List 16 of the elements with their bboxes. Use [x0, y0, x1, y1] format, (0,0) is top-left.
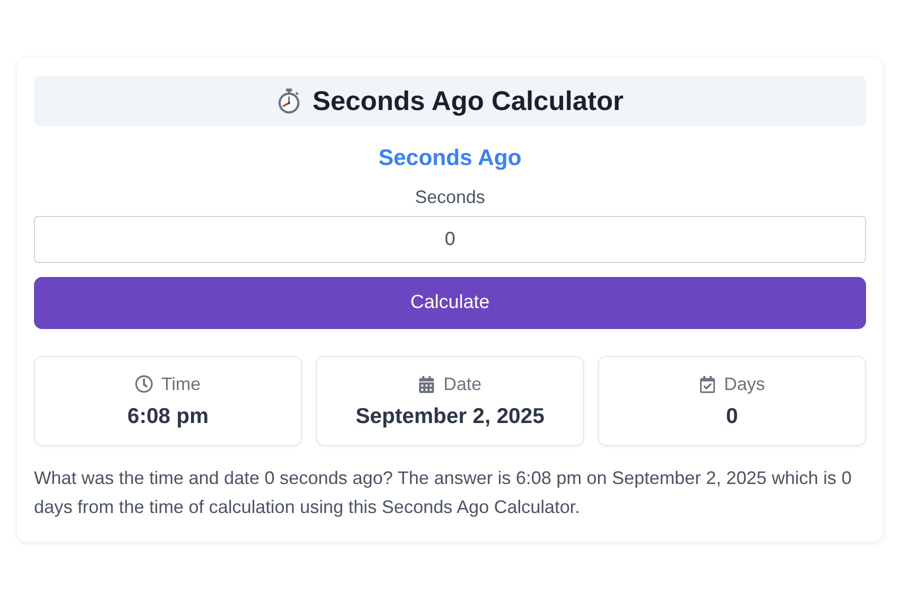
calendar-icon — [418, 376, 436, 392]
calculate-button[interactable]: Calculate — [34, 277, 866, 329]
seconds-input[interactable]: 0 — [34, 216, 866, 263]
result-label: Date — [443, 374, 482, 394]
clock-icon — [135, 375, 154, 393]
result-label: Days — [724, 374, 765, 394]
result-value: 0 — [726, 404, 738, 428]
result-value: 6:08 pm — [127, 404, 209, 428]
result-label: Time — [161, 374, 201, 394]
page-title: Seconds Ago Calculator — [312, 85, 624, 117]
result-value: September 2, 2025 — [356, 404, 544, 428]
field-label: Seconds — [414, 187, 486, 207]
section-heading: Seconds Ago — [378, 146, 522, 170]
calendar-check-icon — [698, 376, 716, 392]
summary-text: What was the time and date 0 seconds ago? The answer is 6:08 pm on September 2, 2025 which is 0 days from the time of calculation using this Seconds Ago Calculator. — [34, 467, 853, 519]
stopwatch-icon — [276, 88, 302, 114]
